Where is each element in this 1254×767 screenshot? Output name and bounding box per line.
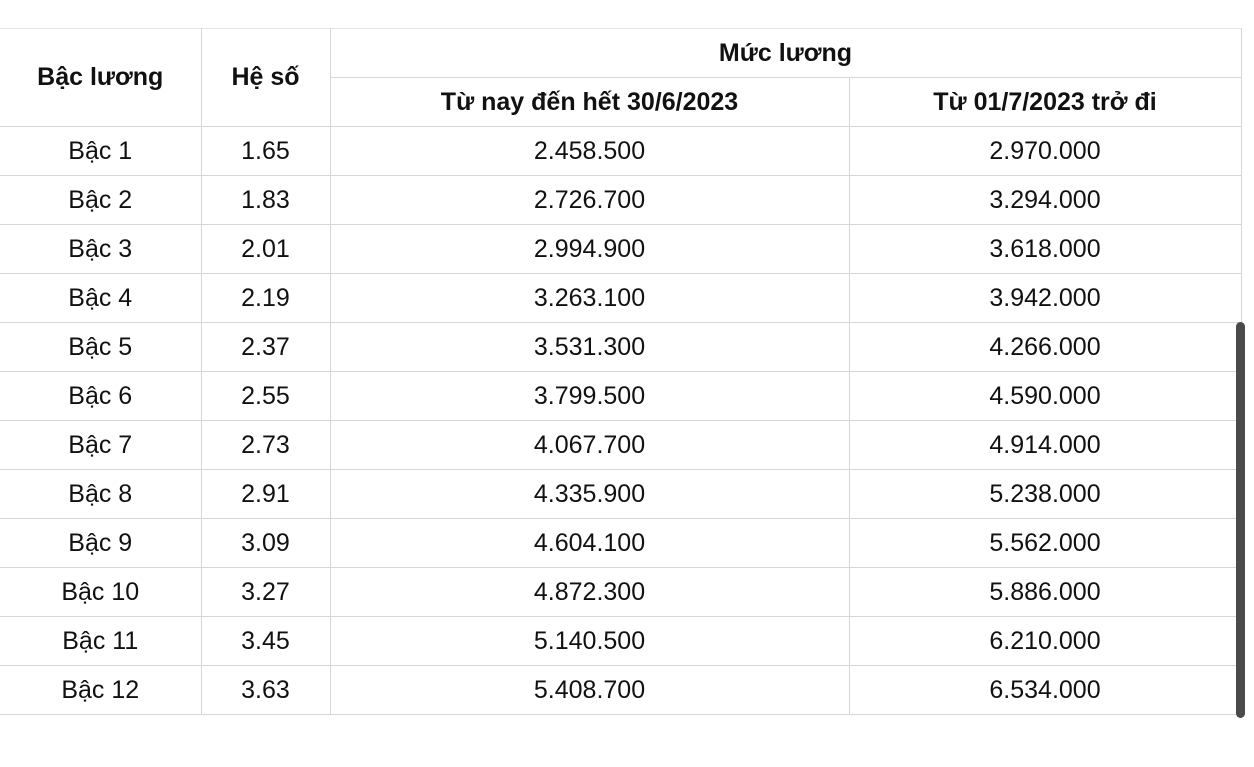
- cell-salary-current: 2.726.700: [329, 175, 850, 225]
- cell-salary-new: 5.562.000: [848, 518, 1242, 568]
- cell-salary-new: 3.942.000: [848, 273, 1242, 323]
- cell-salary-current: 2.458.500: [329, 126, 850, 176]
- table-row: Bậc 4 2.19 3.263.100 3.942.000: [0, 273, 1242, 323]
- cell-salary-new: 4.266.000: [848, 322, 1242, 372]
- vertical-scrollbar-thumb[interactable]: [1236, 322, 1245, 718]
- header-level: Bậc lương: [0, 28, 202, 127]
- table-body: Bậc 1 1.65 2.458.500 2.970.000 Bậc 2 1.8…: [0, 126, 1242, 715]
- table-row: Bậc 10 3.27 4.872.300 5.886.000: [0, 567, 1242, 617]
- table-row: Bậc 1 1.65 2.458.500 2.970.000: [0, 126, 1242, 176]
- cell-coefficient: 2.73: [200, 420, 331, 470]
- cell-salary-new: 6.534.000: [848, 665, 1242, 715]
- cell-level: Bậc 10: [0, 567, 202, 617]
- cell-salary-current: 4.872.300: [329, 567, 850, 617]
- table-row: Bậc 9 3.09 4.604.100 5.562.000: [0, 518, 1242, 568]
- cell-level: Bậc 12: [0, 665, 202, 715]
- cell-coefficient: 2.01: [200, 224, 331, 274]
- cell-level: Bậc 7: [0, 420, 202, 470]
- salary-table: Bậc lương Hệ số Mức lương Từ nay đến hết…: [0, 28, 1242, 715]
- cell-level: Bậc 4: [0, 273, 202, 323]
- cell-coefficient: 2.19: [200, 273, 331, 323]
- table-row: Bậc 12 3.63 5.408.700 6.534.000: [0, 665, 1242, 715]
- cell-coefficient: 1.65: [200, 126, 331, 176]
- header-row-top: Bậc lương Hệ số Mức lương: [0, 28, 1242, 127]
- header-salary-current: Từ nay đến hết 30/6/2023: [330, 77, 850, 127]
- table-row: Bậc 8 2.91 4.335.900 5.238.000: [0, 469, 1242, 519]
- cell-salary-new: 4.590.000: [848, 371, 1242, 421]
- header-salary-group: Mức lương: [329, 28, 1242, 78]
- cell-salary-current: 3.799.500: [329, 371, 850, 421]
- cell-level: Bậc 1: [0, 126, 202, 176]
- cell-coefficient: 1.83: [200, 175, 331, 225]
- table-header: Bậc lương Hệ số Mức lương Từ nay đến hết…: [0, 28, 1242, 127]
- cell-salary-current: 4.335.900: [329, 469, 850, 519]
- table-row: Bậc 5 2.37 3.531.300 4.266.000: [0, 322, 1242, 372]
- header-salary-new: Từ 01/7/2023 trở đi: [848, 77, 1242, 127]
- cell-level: Bậc 6: [0, 371, 202, 421]
- cell-level: Bậc 9: [0, 518, 202, 568]
- cell-salary-current: 3.531.300: [329, 322, 850, 372]
- cell-salary-new: 2.970.000: [848, 126, 1242, 176]
- cell-coefficient: 2.37: [200, 322, 331, 372]
- table-row: Bậc 2 1.83 2.726.700 3.294.000: [0, 175, 1242, 225]
- cell-salary-new: 5.886.000: [848, 567, 1242, 617]
- cell-level: Bậc 2: [0, 175, 202, 225]
- cell-level: Bậc 11: [0, 616, 202, 666]
- table-row: Bậc 7 2.73 4.067.700 4.914.000: [0, 420, 1242, 470]
- table-row: Bậc 11 3.45 5.140.500 6.210.000: [0, 616, 1242, 666]
- cell-coefficient: 3.45: [200, 616, 331, 666]
- cell-salary-current: 3.263.100: [329, 273, 850, 323]
- cell-coefficient: 3.63: [200, 665, 331, 715]
- cell-salary-current: 4.067.700: [329, 420, 850, 470]
- cell-salary-current: 2.994.900: [329, 224, 850, 274]
- header-coefficient: Hệ số: [200, 28, 331, 127]
- cell-salary-current: 4.604.100: [329, 518, 850, 568]
- cell-salary-new: 6.210.000: [848, 616, 1242, 666]
- cell-coefficient: 3.09: [200, 518, 331, 568]
- cell-level: Bậc 5: [0, 322, 202, 372]
- cell-salary-new: 4.914.000: [848, 420, 1242, 470]
- cell-coefficient: 3.27: [200, 567, 331, 617]
- table-row: Bậc 3 2.01 2.994.900 3.618.000: [0, 224, 1242, 274]
- cell-level: Bậc 8: [0, 469, 202, 519]
- cell-salary-new: 5.238.000: [848, 469, 1242, 519]
- cell-salary-new: 3.294.000: [848, 175, 1242, 225]
- cell-salary-current: 5.140.500: [329, 616, 850, 666]
- cell-salary-current: 5.408.700: [329, 665, 850, 715]
- table-row: Bậc 6 2.55 3.799.500 4.590.000: [0, 371, 1242, 421]
- cell-salary-new: 3.618.000: [848, 224, 1242, 274]
- cell-coefficient: 2.91: [200, 469, 331, 519]
- salary-table-container: Bậc lương Hệ số Mức lương Từ nay đến hết…: [0, 28, 1242, 715]
- cell-coefficient: 2.55: [200, 371, 331, 421]
- cell-level: Bậc 3: [0, 224, 202, 274]
